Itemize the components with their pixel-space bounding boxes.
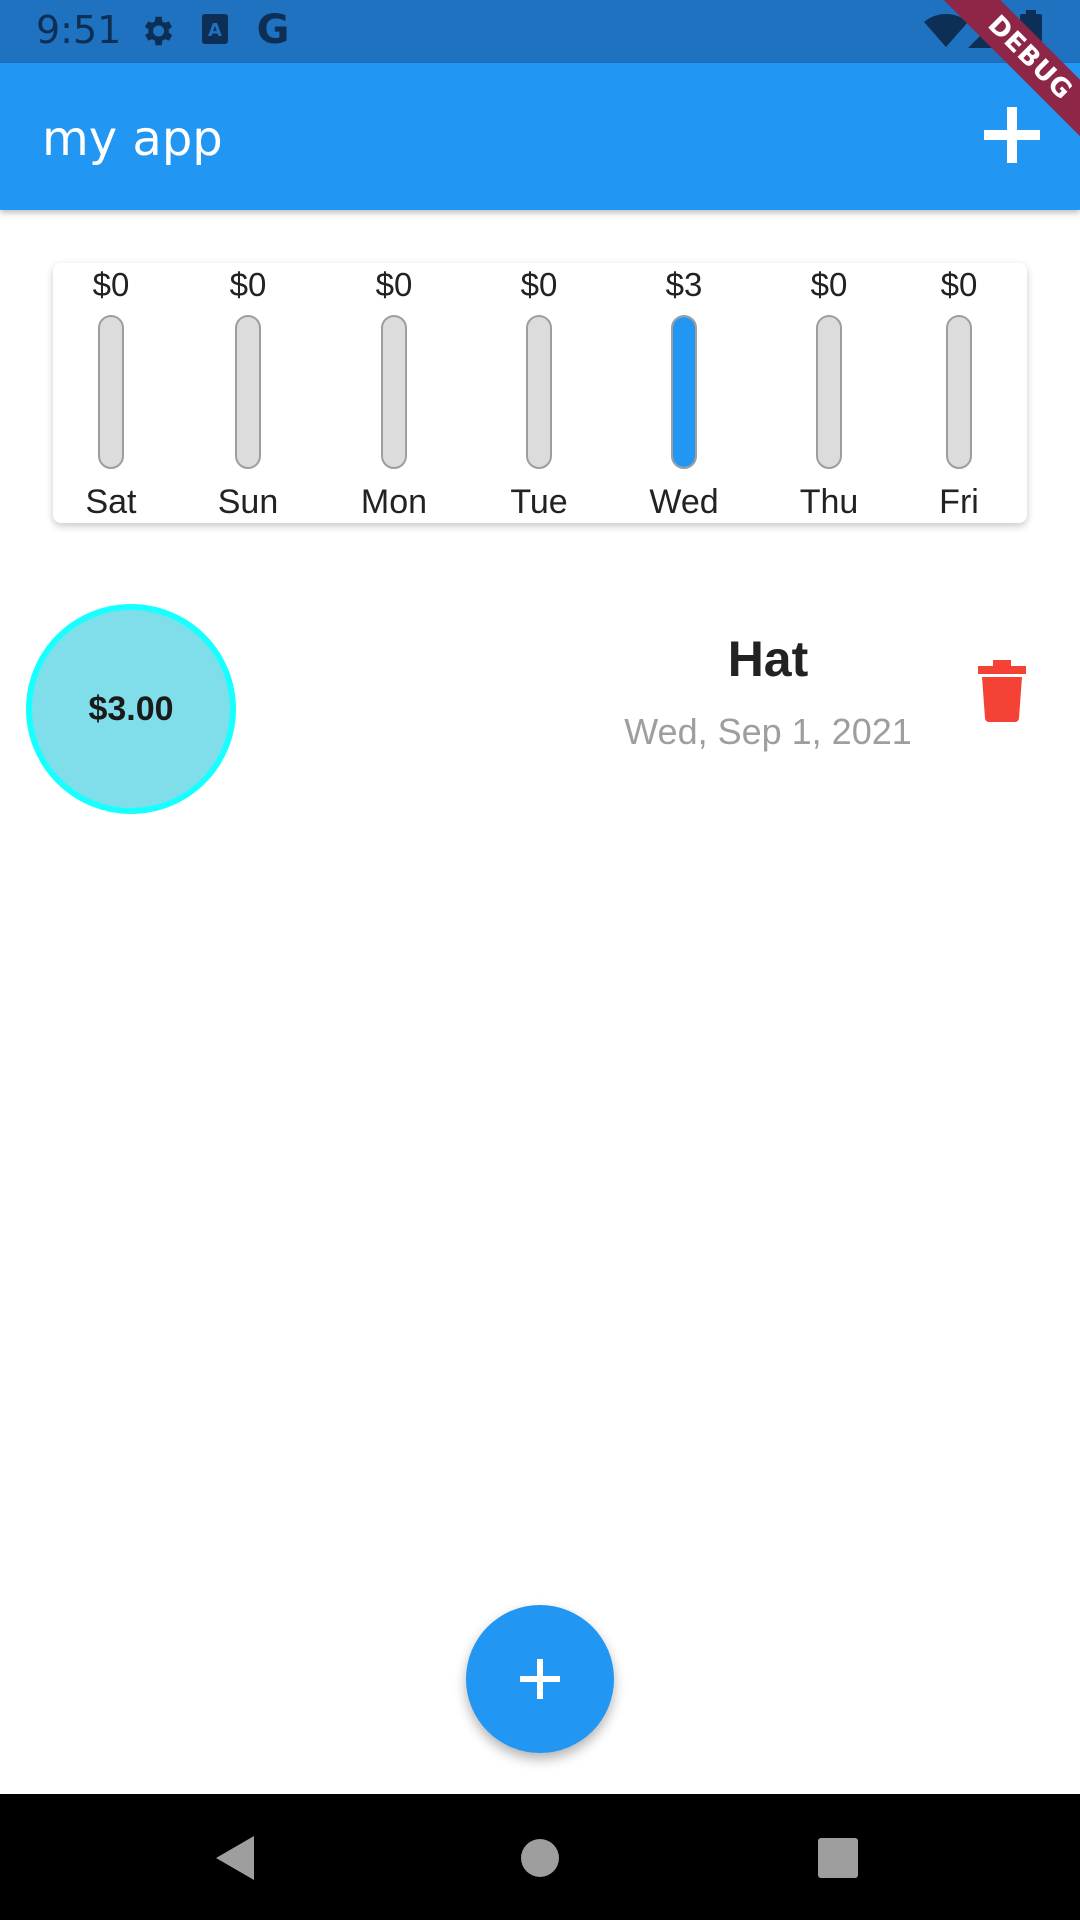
back-button[interactable] [214,1834,258,1887]
settings-icon [138,12,176,55]
page-title: my app [42,111,223,167]
svg-text:G: G [257,8,290,50]
chart-bar: $0 Sun [188,263,308,523]
chart-bar: $0 Mon [334,263,454,523]
system-nav-bar [0,1794,1080,1920]
recents-icon [818,1838,858,1878]
battery-icon [1020,10,1042,55]
bar-amount-label: $0 [940,266,978,303]
bar-amount-label: $0 [520,266,558,303]
home-icon [521,1839,559,1877]
status-bar: 9:51 A G [0,0,1080,63]
add-icon [984,107,1040,163]
bar-day-label: Tue [510,483,568,521]
bar-track [235,315,261,469]
bar-track [946,315,972,469]
add-icon [520,1659,560,1699]
add-transaction-button[interactable] [984,107,1040,163]
chart-bar: $0 Thu [769,263,889,523]
bar-track [671,315,697,469]
trash-icon [978,660,1026,722]
transaction-amount: $3.00 [88,689,174,728]
bar-day-label: Fri [939,483,979,521]
chart-bar: $0 Sat [51,263,171,523]
bar-day-label: Wed [649,483,719,521]
bar-track [816,315,842,469]
google-g-icon: G [254,7,292,55]
bar-fill [673,317,695,467]
back-icon [216,1836,254,1880]
bar-track [381,315,407,469]
list-item: $3.00 Hat Wed, Sep 1, 2021 [0,600,1080,820]
wifi-icon [924,13,968,53]
add-fab-button[interactable] [466,1605,614,1753]
bar-day-label: Mon [360,483,428,521]
delete-button[interactable] [978,660,1042,732]
bar-track [526,315,552,469]
bar-amount-label: $0 [92,266,130,303]
app-bar: my app [0,63,1080,210]
home-button[interactable] [520,1838,560,1883]
chart-bar: $0 Fri [899,263,1019,523]
bar-day-label: Thu [799,483,859,521]
cellular-icon [968,14,1002,53]
transaction-title: Hat [727,631,809,687]
bar-day-label: Sat [85,483,137,521]
bar-track [98,315,124,469]
svg-text:A: A [208,20,222,41]
chart-bar: $0 Tue [479,263,599,523]
bar-amount-label: $0 [229,266,267,303]
font-a-icon: A [200,12,232,53]
bar-day-label: Sun [217,483,279,521]
transaction-date: Wed, Sep 1, 2021 [624,711,912,752]
bar-amount-label: $0 [810,266,848,303]
status-time: 9:51 [36,8,122,52]
recents-button[interactable] [818,1838,858,1883]
bar-amount-label: $0 [375,266,413,303]
amount-avatar: $3.00 [26,604,236,814]
bar-amount-label: $3 [665,266,703,303]
weekly-chart: $0 Sat $0 Sun $0 Mon $0 Tue $3 Wed $0 Th… [53,263,1027,523]
chart-bar: $3 Wed [624,263,744,523]
